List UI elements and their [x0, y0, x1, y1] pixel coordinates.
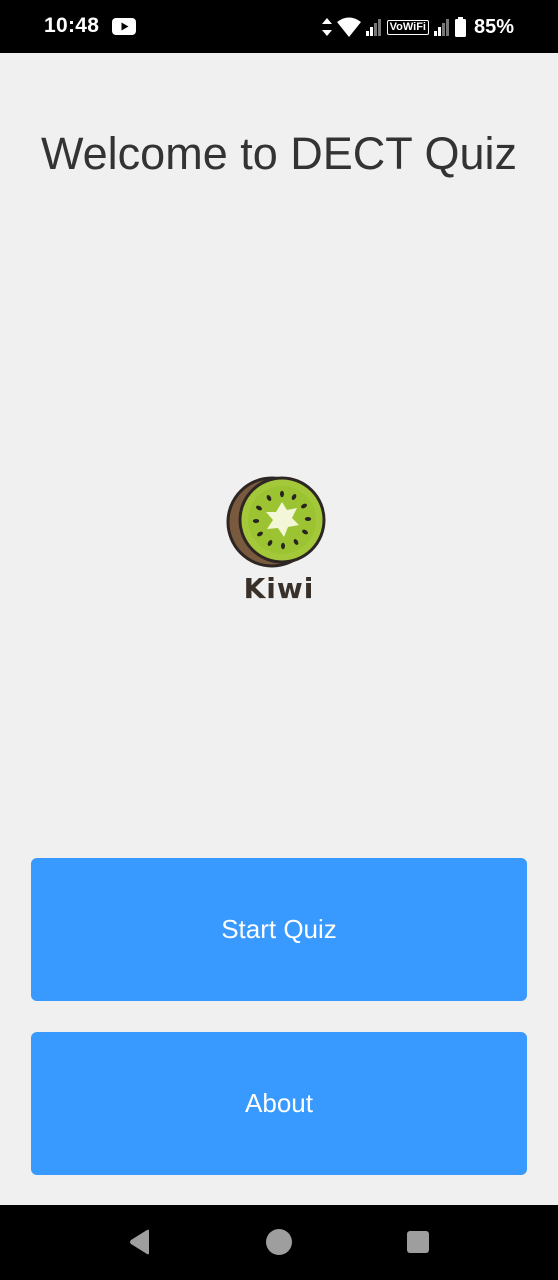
- recents-button[interactable]: [403, 1227, 433, 1257]
- data-arrows-icon: [321, 18, 332, 36]
- wifi-icon: [336, 17, 361, 37]
- about-button[interactable]: About: [31, 1032, 527, 1175]
- signal-icon: [365, 19, 381, 36]
- start-quiz-button[interactable]: Start Quiz: [31, 858, 527, 1001]
- navigation-bar: [0, 1205, 558, 1280]
- youtube-icon: [112, 18, 136, 35]
- kiwi-fruit-icon: [226, 476, 326, 568]
- home-button[interactable]: [264, 1227, 294, 1257]
- kiwi-logo: Kiwi: [224, 472, 334, 612]
- status-icons: VoWiFi 85%: [321, 14, 514, 40]
- status-time: 10:48: [44, 14, 100, 37]
- page-title: Welcome to DECT Quiz: [41, 128, 517, 179]
- home-icon: [266, 1229, 292, 1255]
- battery-percent: 85%: [473, 15, 514, 38]
- signal-icon: [433, 19, 449, 36]
- recents-icon: [407, 1231, 429, 1253]
- vowifi-badge: VoWiFi: [386, 19, 429, 35]
- back-icon: [130, 1229, 149, 1255]
- logo-text: Kiwi: [243, 572, 315, 605]
- status-bar: 10:48 VoWiFi 85%: [0, 0, 558, 53]
- back-button[interactable]: [125, 1227, 155, 1257]
- battery-icon: [454, 17, 466, 37]
